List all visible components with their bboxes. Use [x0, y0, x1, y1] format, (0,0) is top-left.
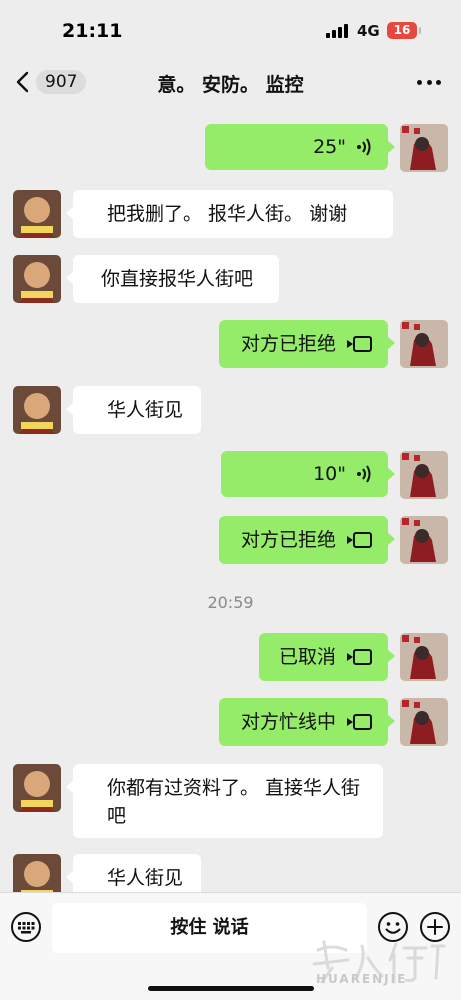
message-text: 你都有过资料了。 直接华人街吧 [107, 777, 361, 827]
my-avatar[interactable] [400, 698, 448, 746]
voice-duration: 25" [313, 136, 346, 158]
contact-avatar[interactable] [13, 764, 61, 812]
chat-header: 907 意。 安防。 监控 [0, 58, 461, 106]
call-status-text: 对方已拒绝 [240, 529, 336, 551]
more-options-button[interactable] [412, 70, 446, 94]
voice-wave-icon [357, 465, 371, 483]
contact-avatar[interactable] [13, 255, 61, 303]
ellipsis-icon [417, 79, 422, 85]
message-text: 华人街见 [107, 867, 184, 889]
text-message-bubble[interactable]: 华人街见 [66, 854, 201, 892]
status-bar: 21:11 4G 16 [0, 0, 461, 58]
call-status-text: 对方忙线中 [240, 711, 336, 733]
voice-message-bubble[interactable]: 25" [205, 124, 395, 170]
call-record-bubble[interactable]: 对方已拒绝 [219, 320, 395, 368]
voice-message-bubble[interactable]: 10" [221, 451, 395, 497]
keyboard-icon[interactable] [10, 911, 42, 943]
contact-avatar[interactable] [13, 190, 61, 238]
video-camera-icon [347, 532, 372, 548]
signal-icon [326, 24, 350, 38]
voice-duration: 10" [313, 463, 346, 485]
status-time: 21:11 [62, 20, 123, 42]
call-record-bubble[interactable]: 对方忙线中 [219, 698, 395, 746]
my-avatar[interactable] [400, 320, 448, 368]
battery-icon: 16 [387, 22, 417, 39]
call-status-text: 对方已拒绝 [240, 333, 336, 355]
my-avatar[interactable] [400, 516, 448, 564]
my-avatar[interactable] [400, 124, 448, 172]
video-camera-icon [347, 714, 372, 730]
text-message-bubble[interactable]: 你直接报华人街吧 [66, 255, 279, 303]
network-label: 4G [357, 22, 380, 40]
call-record-bubble[interactable]: 对方已拒绝 [219, 516, 395, 564]
message-text: 你直接报华人街吧 [101, 268, 254, 290]
time-divider: 20:59 [207, 593, 254, 612]
call-record-bubble[interactable]: 已取消 [259, 633, 395, 681]
voice-wave-icon [357, 138, 371, 156]
message-text: 把我删了。 报华人街。 谢谢 [107, 203, 348, 225]
text-message-bubble[interactable]: 你都有过资料了。 直接华人街吧 [66, 764, 383, 838]
contact-avatar[interactable] [13, 386, 61, 434]
message-text: 华人街见 [107, 399, 184, 421]
message-list[interactable]: 25" 把我删了。 报华人街。 谢谢 你直接报华人街吧 对方已拒绝 华人街见 1… [0, 106, 461, 892]
chat-title: 意。 安防。 监控 [157, 74, 304, 96]
text-message-bubble[interactable]: 把我删了。 报华人街。 谢谢 [66, 190, 393, 238]
watermark-text: HUARENJIE [316, 972, 408, 986]
video-camera-icon [347, 336, 372, 352]
my-avatar[interactable] [400, 633, 448, 681]
call-status-text: 已取消 [278, 646, 336, 668]
watermark-logo [312, 940, 446, 984]
my-avatar[interactable] [400, 451, 448, 499]
contact-avatar[interactable] [13, 854, 61, 892]
home-indicator [148, 986, 314, 991]
text-message-bubble[interactable]: 华人街见 [66, 386, 201, 434]
battery-cap [419, 27, 421, 34]
video-camera-icon [347, 649, 372, 665]
